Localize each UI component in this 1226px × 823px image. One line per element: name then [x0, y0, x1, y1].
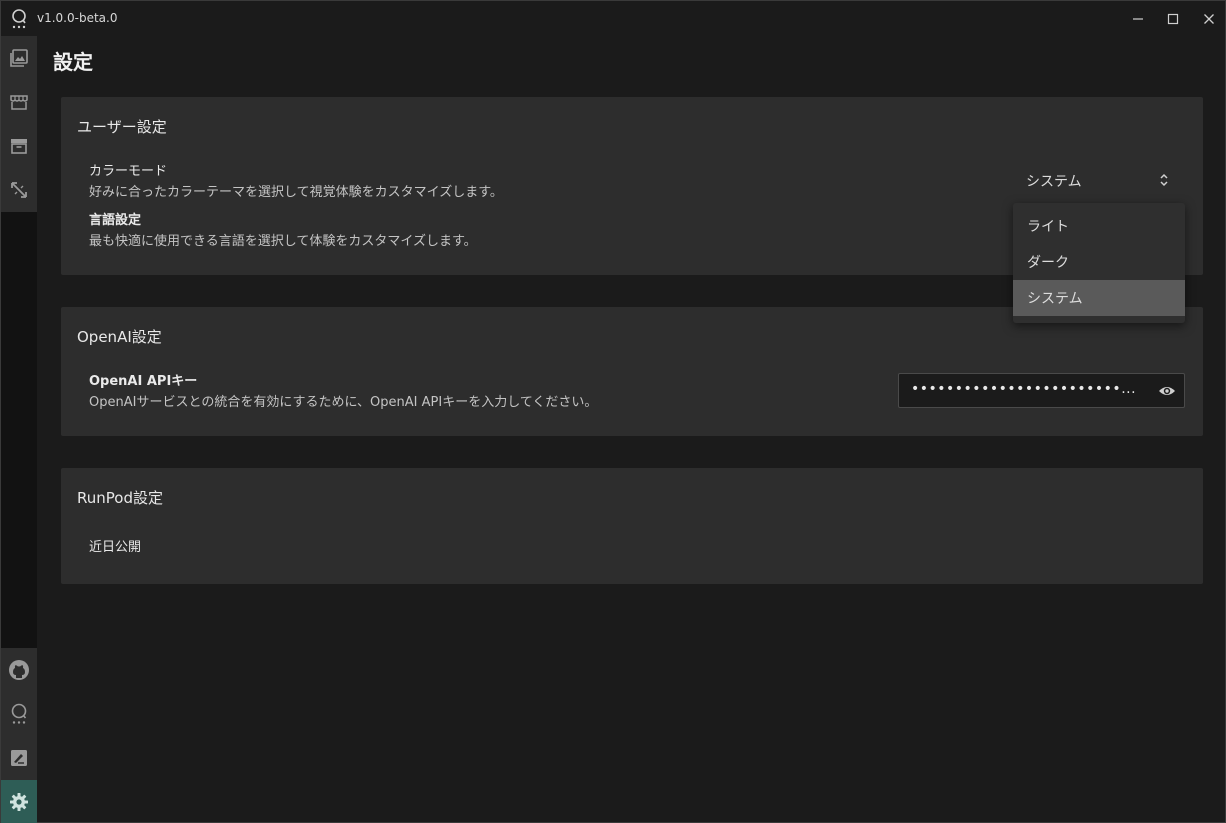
app-window: v1.0.0-beta.0 設定 ユーザー設定 カラーモード 好みに合ったカラー… — [0, 0, 1226, 823]
sidebar-item-settings[interactable] — [1, 780, 37, 823]
gallery-icon — [10, 49, 28, 67]
sidebar-bottom — [1, 648, 37, 823]
title-bar: v1.0.0-beta.0 — [1, 1, 1225, 36]
language-label: 言語設定 — [89, 213, 142, 228]
api-key-description: OpenAIサービスとの統合を有効にするために、OpenAI APIキーを入力し… — [89, 395, 598, 410]
minimize-button[interactable] — [1127, 8, 1149, 30]
runpod-settings-title: RunPod設定 — [77, 489, 163, 507]
app-logo-icon — [10, 8, 28, 30]
resize-icon — [11, 182, 27, 198]
sidebar-item-store[interactable] — [1, 80, 37, 124]
page-title: 設定 — [53, 50, 93, 74]
sidebar-item-resize[interactable] — [1, 168, 37, 212]
feedback-icon — [11, 750, 27, 766]
chevron-up-down-icon — [1159, 172, 1169, 192]
color-mode-label: カラーモード — [89, 164, 168, 179]
runpod-status: 近日公開 — [89, 540, 142, 555]
archive-icon — [11, 139, 27, 154]
api-key-label: OpenAI APIキー — [89, 374, 198, 389]
language-description: 最も快適に使用できる言語を選択して体験をカスタマイズします。 — [89, 234, 477, 249]
color-mode-dropdown: ライト ダーク システム — [1013, 203, 1185, 323]
openai-settings-title: OpenAI設定 — [77, 328, 162, 346]
app-version: v1.0.0-beta.0 — [37, 11, 118, 25]
settings-icon — [10, 793, 28, 811]
sidebar-top — [1, 36, 37, 212]
eye-icon[interactable] — [1158, 382, 1176, 404]
openai-settings-card: OpenAI設定 OpenAI APIキー OpenAIサービスとの統合を有効に… — [61, 307, 1203, 436]
github-icon — [9, 660, 29, 680]
dropdown-option-light[interactable]: ライト — [1013, 208, 1185, 244]
dropdown-option-system[interactable]: システム — [1013, 280, 1185, 316]
chat-icon — [11, 703, 27, 724]
api-key-masked-value: ••••••••••••••••••••••••... — [911, 381, 1137, 397]
user-settings-title: ユーザー設定 — [77, 118, 167, 136]
minimize-icon — [1133, 18, 1143, 20]
api-key-input[interactable]: ••••••••••••••••••••••••... — [898, 373, 1185, 408]
color-mode-select[interactable]: システム — [1013, 164, 1185, 196]
dropdown-option-dark[interactable]: ダーク — [1013, 244, 1185, 280]
sidebar-spacer — [1, 212, 37, 648]
maximize-button[interactable] — [1162, 8, 1184, 30]
color-mode-selected-value: システム — [1026, 174, 1082, 190]
sidebar-item-gallery[interactable] — [1, 36, 37, 80]
runpod-settings-card: RunPod設定 近日公開 — [61, 468, 1203, 584]
maximize-icon — [1167, 13, 1179, 25]
color-mode-description: 好みに合ったカラーテーマを選択して視覚体験をカスタマイズします。 — [89, 185, 503, 200]
close-button[interactable] — [1198, 8, 1220, 30]
sidebar-item-archive[interactable] — [1, 124, 37, 168]
close-icon — [1204, 14, 1214, 24]
store-icon — [10, 95, 28, 110]
sidebar-item-github[interactable] — [1, 648, 37, 692]
sidebar-item-feedback[interactable] — [1, 736, 37, 780]
sidebar-item-chat[interactable] — [1, 692, 37, 736]
